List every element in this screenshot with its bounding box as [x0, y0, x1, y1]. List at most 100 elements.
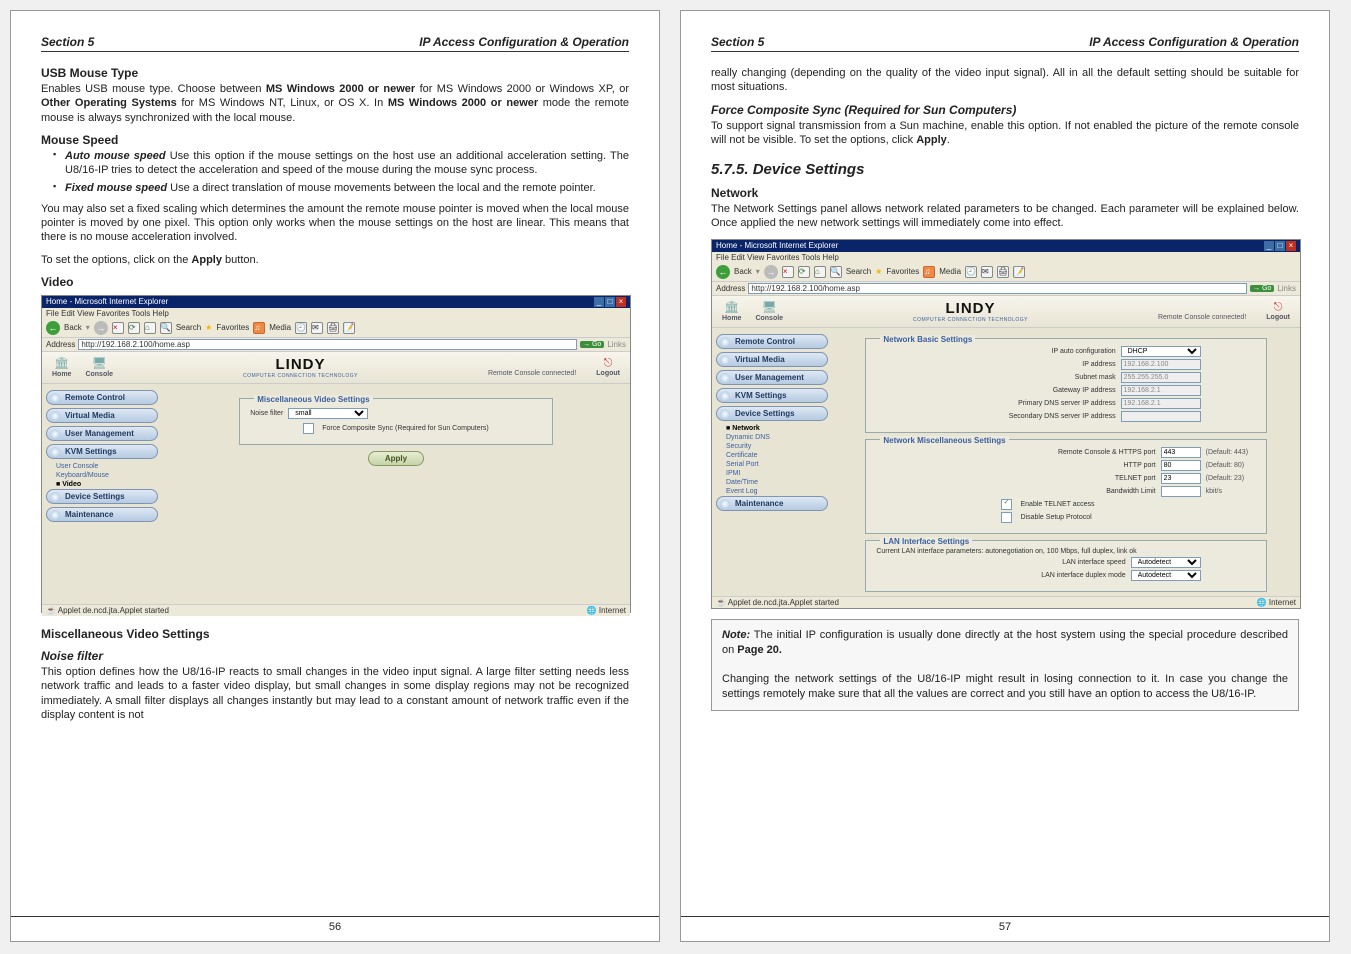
edit-icon[interactable]: 📝 — [1013, 266, 1025, 278]
media-icon[interactable]: ♫ — [923, 266, 935, 278]
window-title: Home - Microsoft Internet Explorer — [716, 241, 838, 251]
lan-duplex-select[interactable]: Autodetect — [1131, 570, 1201, 581]
stop-icon[interactable]: × — [112, 322, 124, 334]
force-cs-checkbox[interactable] — [303, 423, 314, 434]
http-port-input[interactable] — [1161, 460, 1201, 471]
sidebar-item-device-settings[interactable]: Device Settings — [716, 406, 828, 421]
sidebar-item-virtual-media[interactable]: Virtual Media — [716, 352, 828, 367]
mail-icon[interactable]: ✉ — [311, 322, 323, 334]
sidebar-sub-dyn-dns[interactable]: Dynamic DNS — [716, 433, 828, 442]
logout-icon[interactable]: ⎋ — [604, 357, 613, 370]
content-pane: Network Basic Settings IP auto configura… — [832, 328, 1300, 596]
links-label[interactable]: Links — [607, 340, 626, 349]
go-button[interactable]: → Go — [580, 341, 604, 348]
gateway-input[interactable] — [1121, 385, 1201, 396]
sidebar-sub-serial[interactable]: Serial Port — [716, 460, 828, 469]
fieldset-network-misc: Network Miscellaneous Settings Remote Co… — [865, 439, 1266, 534]
disable-setup-checkbox[interactable] — [1001, 512, 1012, 523]
sidebar-item-maintenance[interactable]: Maintenance — [46, 507, 158, 522]
history-icon[interactable]: 🕘 — [965, 266, 977, 278]
heading-noise-filter: Noise filter — [41, 649, 629, 663]
https-port-input[interactable] — [1161, 447, 1201, 458]
page-header: Section 5 IP Access Configuration & Oper… — [711, 35, 1299, 52]
history-icon[interactable]: 🕘 — [295, 322, 307, 334]
sidebar-item-maintenance[interactable]: Maintenance — [716, 496, 828, 511]
ie-menubar[interactable]: File Edit View Favorites Tools Help — [712, 252, 1300, 263]
back-icon[interactable]: ← — [716, 265, 730, 279]
ie-toolbar[interactable]: ←Back▾ → × ⟳ ⌂ 🔍Search ★Favorites ♫Media… — [712, 263, 1300, 282]
ie-status-bar: ☕ Applet de.ncd.jta.Applet started 🌐 Int… — [42, 604, 630, 616]
ip-address-input[interactable] — [1121, 359, 1201, 370]
sidebar-sub-video[interactable]: ■ Video — [46, 480, 158, 489]
ip-auto-config-select[interactable]: DHCP — [1121, 346, 1201, 357]
address-label: Address — [46, 340, 75, 349]
home-tab-icon[interactable]: 🏛 — [54, 356, 69, 370]
sidebar-sub-security[interactable]: Security — [716, 442, 828, 451]
console-tab-icon[interactable]: 🖥 — [92, 356, 107, 370]
sidebar-item-kvm-settings[interactable]: KVM Settings — [46, 444, 158, 459]
enable-telnet-checkbox[interactable] — [1001, 499, 1012, 510]
header-title: IP Access Configuration & Operation — [1089, 35, 1299, 49]
apply-button[interactable]: Apply — [368, 451, 424, 466]
sidebar-sub-certificate[interactable]: Certificate — [716, 451, 828, 460]
fieldset-legend: LAN Interface Settings — [880, 537, 972, 546]
forward-icon: → — [94, 321, 108, 335]
home-icon[interactable]: ⌂ — [814, 266, 826, 278]
console-tab-icon[interactable]: 🖥 — [762, 300, 777, 314]
forward-icon: → — [764, 265, 778, 279]
go-button[interactable]: → Go — [1250, 285, 1274, 292]
home-tab-icon[interactable]: 🏛 — [724, 300, 739, 314]
refresh-icon[interactable]: ⟳ — [798, 266, 810, 278]
secondary-dns-input[interactable] — [1121, 411, 1201, 422]
sidebar-item-device-settings[interactable]: Device Settings — [46, 489, 158, 504]
favorites-icon[interactable]: ★ — [875, 267, 882, 276]
telnet-port-input[interactable] — [1161, 473, 1201, 484]
noise-filter-select[interactable]: small — [288, 408, 368, 419]
sidebar-item-remote-control[interactable]: Remote Control — [46, 390, 158, 405]
links-label[interactable]: Links — [1277, 284, 1296, 293]
sidebar-sub-keyboard-mouse[interactable]: Keyboard/Mouse — [46, 471, 158, 480]
bandwidth-input[interactable] — [1161, 486, 1201, 497]
sidebar-item-user-management[interactable]: User Management — [46, 426, 158, 441]
address-input[interactable]: http://192.168.2.100/home.asp — [748, 283, 1247, 294]
heading-mvs: Miscellaneous Video Settings — [41, 627, 629, 641]
logout-icon[interactable]: ⎋ — [1274, 301, 1283, 314]
window-controls[interactable]: _□× — [593, 297, 626, 307]
sidebar-sub-datetime[interactable]: Date/Time — [716, 478, 828, 487]
subnet-mask-input[interactable] — [1121, 372, 1201, 383]
sidebar-item-virtual-media[interactable]: Virtual Media — [46, 408, 158, 423]
search-icon[interactable]: 🔍 — [160, 322, 172, 334]
sidebar-sub-eventlog[interactable]: Event Log — [716, 487, 828, 496]
stop-icon[interactable]: × — [782, 266, 794, 278]
primary-dns-input[interactable] — [1121, 398, 1201, 409]
lan-speed-select[interactable]: Autodetect — [1131, 557, 1201, 568]
sidebar-sub-user-console[interactable]: User Console — [46, 462, 158, 471]
ie-toolbar[interactable]: ←Back▾ → × ⟳ ⌂ 🔍Search ★Favorites ♫Media… — [42, 319, 630, 338]
sidebar-item-kvm-settings[interactable]: KVM Settings — [716, 388, 828, 403]
page-number: 56 — [329, 921, 341, 933]
ie-menubar[interactable]: File Edit View Favorites Tools Help — [42, 308, 630, 319]
back-icon[interactable]: ← — [46, 321, 60, 335]
favorites-icon[interactable]: ★ — [205, 323, 212, 332]
address-input[interactable]: http://192.168.2.100/home.asp — [78, 339, 577, 350]
auto-mouse-item: Auto mouse speed Use this option if the … — [53, 149, 629, 178]
network-paragraph: The Network Settings panel allows networ… — [711, 202, 1299, 231]
refresh-icon[interactable]: ⟳ — [128, 322, 140, 334]
window-controls[interactable]: _□× — [1263, 241, 1296, 251]
scaling-paragraph: You may also set a fixed scaling which d… — [41, 202, 629, 245]
page-right: Section 5 IP Access Configuration & Oper… — [680, 10, 1330, 942]
print-icon[interactable]: 🖨 — [997, 266, 1009, 278]
media-icon[interactable]: ♫ — [253, 322, 265, 334]
mail-icon[interactable]: ✉ — [981, 266, 993, 278]
sidebar-item-remote-control[interactable]: Remote Control — [716, 334, 828, 349]
sidebar-sub-ipmi[interactable]: IPMI — [716, 469, 828, 478]
edit-icon[interactable]: 📝 — [343, 322, 355, 334]
sidebar-sub-network[interactable]: ■ Network — [716, 424, 828, 433]
window-title: Home - Microsoft Internet Explorer — [46, 297, 168, 307]
search-icon[interactable]: 🔍 — [830, 266, 842, 278]
print-icon[interactable]: 🖨 — [327, 322, 339, 334]
home-icon[interactable]: ⌂ — [144, 322, 156, 334]
fieldset-misc-video: Miscellaneous Video Settings Noise filte… — [239, 398, 553, 445]
sidebar-item-user-management[interactable]: User Management — [716, 370, 828, 385]
ie-address-bar: Address http://192.168.2.100/home.asp → … — [42, 338, 630, 352]
